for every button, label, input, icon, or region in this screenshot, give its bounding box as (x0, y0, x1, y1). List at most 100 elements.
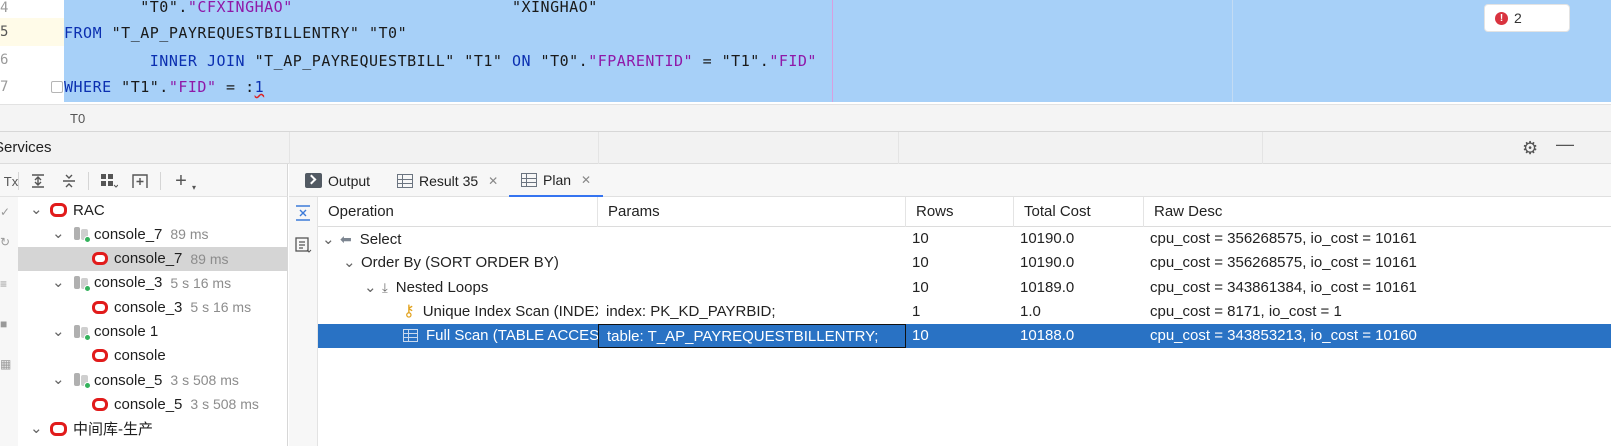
oracle-icon (92, 252, 108, 266)
operation-label: Nested Loops (395, 278, 489, 296)
table-cell[interactable]: cpu_cost = 356268575, io_cost = 10161 (1144, 227, 1611, 251)
tree-item-label: console_3 (114, 298, 183, 316)
show-as-text-icon[interactable] (293, 235, 313, 255)
table-cell[interactable]: table: T_AP_PAYREQUESTBILLENTRY; (598, 324, 906, 349)
table-cell[interactable]: 10 (906, 276, 1014, 300)
tree-item-time: 89 ms (170, 226, 209, 243)
table-row[interactable]: ⌄ ⬅ Select 10 10190.0 cpu_cost = 356268575, i… (318, 227, 1611, 251)
table-cell[interactable]: ⌄ ⤓ Nested Loops (318, 276, 598, 300)
chevron-down-icon[interactable]: ⌄ (52, 372, 65, 387)
code-token: WHERE (64, 78, 112, 96)
breadcrumb-item[interactable]: T0 (70, 111, 85, 126)
code-token: "FID" (168, 78, 217, 96)
table-cell[interactable]: ⌄ ⬅ Select (318, 227, 598, 251)
refresh-icon[interactable]: ↻ (0, 235, 14, 249)
table-cell[interactable]: cpu_cost = 8171, io_cost = 1 (1144, 300, 1611, 324)
chevron-down-icon[interactable]: ⌄ (30, 421, 43, 436)
minimize-icon[interactable]: — (1556, 134, 1574, 155)
new-tab-icon[interactable] (129, 170, 151, 192)
column-header[interactable]: Rows (906, 197, 1014, 227)
tree-item[interactable]: ⌄ console_5 3 s 508 ms (18, 368, 287, 392)
expand-all-icon[interactable] (27, 170, 49, 192)
tab-plan[interactable]: Plan ✕ (509, 164, 604, 197)
column-header[interactable]: Params (598, 197, 906, 227)
column-header[interactable]: Raw Desc (1144, 197, 1611, 227)
expand-plan-icon[interactable] (293, 203, 313, 223)
tab-result-35[interactable]: Result 35 ✕ (397, 164, 498, 197)
table-cell[interactable]: 10 (906, 251, 1014, 275)
tree-item[interactable]: ⌄ console_7 89 ms (18, 222, 287, 246)
tree-item-time: 3 s 508 ms (170, 372, 239, 389)
check-icon[interactable]: ✓ (0, 205, 14, 219)
table-cell[interactable]: ⚷ Unique Index Scan (INDEX UNIQUE SCAN) (318, 300, 598, 324)
tree-item[interactable]: console_7 89 ms (18, 246, 287, 271)
code-token: "FID" (769, 52, 817, 70)
table-cell[interactable]: 10 (906, 227, 1014, 251)
tree-item[interactable]: console (18, 344, 287, 368)
line-number: 4 (0, 0, 9, 16)
table-cell[interactable]: 10189.0 (1014, 276, 1144, 300)
tree-item[interactable]: ⌄ 中间库-生产 (18, 417, 287, 441)
table-cell[interactable] (598, 251, 906, 275)
chevron-down-icon[interactable]: ⌄ (52, 226, 65, 241)
services-tree[interactable]: ⌄ RAC ⌄ console_7 89 ms console_7 89 ms ⌄ consol… (18, 197, 288, 446)
chevron-down-icon[interactable]: ⌄ (52, 324, 65, 339)
table-row[interactable]: ⌄ Order By (SORT ORDER BY) 10 10190.0 cpu_co… (318, 251, 1611, 275)
tree-item[interactable]: console_5 3 s 508 ms (18, 392, 287, 416)
inspection-badge[interactable]: ! 2 (1484, 4, 1570, 32)
table-row[interactable]: ⚷ Unique Index Scan (INDEX UNIQUE SCAN)in… (318, 300, 1611, 324)
services-title: Services (0, 139, 52, 156)
fold-marker-icon[interactable] (51, 81, 63, 93)
table-cell[interactable]: cpu_cost = 343861384, io_cost = 10161 (1144, 276, 1611, 300)
code-token: INNER JOIN (149, 52, 246, 70)
oracle-icon (92, 300, 108, 314)
table-cell[interactable]: Full Scan (TABLE ACCESS FULL) (318, 324, 598, 348)
chevron-down-icon[interactable]: ▾ (183, 176, 205, 198)
layout-icon[interactable]: ▦ (0, 357, 14, 371)
toolbar-separator (88, 172, 89, 190)
chevron-down-icon[interactable]: ⌄ (30, 202, 43, 217)
column-header[interactable]: Operation (318, 197, 598, 227)
table-cell[interactable]: cpu_cost = 343853213, io_cost = 10160 (1144, 324, 1611, 348)
chevron-down-icon[interactable]: ⌄ (364, 276, 377, 300)
table-row[interactable]: Full Scan (TABLE ACCESS FULL)table: T_AP… (318, 324, 1611, 349)
breadcrumb[interactable]: T0 (0, 104, 1611, 131)
close-icon[interactable]: ✕ (488, 174, 498, 188)
table-cell[interactable] (598, 227, 906, 251)
tree-item[interactable]: ⌄ console 1 (18, 320, 287, 344)
table-cell[interactable]: 10190.0 (1014, 227, 1144, 251)
table-cell[interactable]: 10 (906, 324, 1014, 348)
table-cell[interactable]: cpu_cost = 356268575, io_cost = 10161 (1144, 251, 1611, 275)
table-cell[interactable]: 1.0 (1014, 300, 1144, 324)
sql-editor[interactable]: 4 5 6 7 "T0"."CFXINGHAO" "XINGHAO" FROM "… (0, 0, 1611, 104)
tree-item[interactable]: ⌄ RAC (18, 198, 287, 222)
collapse-all-icon[interactable] (58, 170, 80, 192)
list-icon[interactable]: ≡ (0, 277, 14, 291)
operation-label: Order By (SORT ORDER BY) (361, 254, 559, 272)
chevron-down-icon[interactable]: ⌄ (343, 251, 356, 275)
divider (1262, 132, 1263, 165)
stop-icon[interactable]: ■ (0, 317, 14, 331)
plan-table[interactable]: Operation Params Rows Total Cost Raw Des… (318, 197, 1611, 446)
table-cell[interactable]: 10188.0 (1014, 324, 1144, 348)
table-cell[interactable]: index: PK_KD_PAYRBID; (598, 300, 906, 324)
chevron-down-icon[interactable]: ⌄ (322, 228, 335, 251)
tree-item[interactable]: console_3 5 s 16 ms (18, 295, 287, 319)
table-cell[interactable] (598, 276, 906, 300)
divider (598, 132, 599, 165)
tab-label: Output (328, 172, 371, 189)
code-token: ON (511, 52, 532, 70)
tree-item[interactable]: ⌄ console_3 5 s 16 ms (18, 271, 287, 295)
column-header[interactable]: Total Cost (1014, 197, 1144, 227)
table-cell[interactable]: 10190.0 (1014, 251, 1144, 275)
tab-output[interactable]: Output (305, 164, 370, 197)
gear-icon[interactable]: ⚙ (1522, 138, 1538, 159)
group-by-icon[interactable] (98, 170, 120, 192)
chevron-down-icon[interactable]: ⌄ (52, 275, 65, 290)
tree-item-label: console 1 (94, 323, 159, 340)
table-row[interactable]: ⌄ ⤓ Nested Loops 10 10189.0 cpu_cost = 343861… (318, 276, 1611, 300)
code-line: "T0"."CFXINGHAO" "XINGHAO" (64, 0, 598, 16)
table-cell[interactable]: 1 (906, 300, 1014, 324)
table-cell[interactable]: ⌄ Order By (SORT ORDER BY) (318, 251, 598, 275)
close-icon[interactable]: ✕ (581, 173, 591, 187)
